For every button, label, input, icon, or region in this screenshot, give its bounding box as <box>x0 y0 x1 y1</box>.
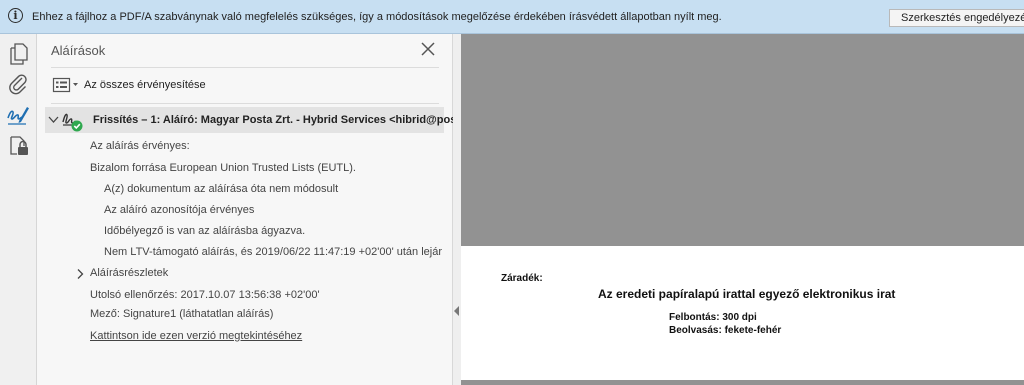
last-checked: Utolsó ellenőrzés: 2017.10.07 13:56:38 +… <box>90 289 320 301</box>
clause-label: Záradék: <box>501 273 543 284</box>
document-unmodified: A(z) dokumentum az aláírása óta nem módo… <box>104 183 339 195</box>
panel-title: Aláírások <box>51 43 106 58</box>
info-icon: i <box>8 8 23 23</box>
ltv-expiry: Nem LTV-támogató aláírás, és 2019/06/22 … <box>104 246 442 258</box>
valid-signature-icon <box>62 109 84 133</box>
navigation-rail <box>0 34 37 385</box>
chevron-right-icon[interactable] <box>75 268 85 280</box>
signatures-panel: Aláírások Az összes érvényesítése Frissí… <box>37 34 489 385</box>
validate-all-button[interactable]: Az összes érvényesítése <box>84 79 206 91</box>
pages-icon[interactable] <box>5 41 31 67</box>
signature-options-dropdown[interactable] <box>52 76 80 94</box>
panel-splitter[interactable] <box>453 34 461 385</box>
read-only-infobar: i Ehhez a fájlhoz a PDF/A szabványnak va… <box>0 0 1024 34</box>
document-heading: Az eredeti papíralapú irattal egyező ele… <box>598 287 896 301</box>
chevron-down-icon[interactable] <box>48 114 59 125</box>
signature-status: Az aláírás érvényes: <box>90 140 190 152</box>
document-viewport[interactable]: Záradék: Az eredeti papíralapú irattal e… <box>461 34 1024 385</box>
resolution-text: Felbontás: 300 dpi <box>669 312 757 323</box>
signature-entry-header[interactable]: Frissítés – 1: Aláíró: Magyar Posta Zrt.… <box>45 107 489 133</box>
view-version-link[interactable]: Kattintson ide ezen verzió megtekintéséh… <box>90 330 302 342</box>
collapse-panel-icon[interactable] <box>454 306 460 316</box>
infobar-message: Ehhez a fájlhoz a PDF/A szabványnak való… <box>32 11 722 23</box>
scan-mode-text: Beolvasás: fekete-fehér <box>669 325 782 336</box>
trust-source: Bizalom forrása European Union Trusted L… <box>90 162 356 174</box>
signature-field: Mező: Signature1 (láthatatlan aláírás) <box>90 308 274 320</box>
attachments-icon[interactable] <box>5 70 31 96</box>
signature-details-toggle[interactable]: Aláírásrészletek <box>90 267 168 279</box>
timestamp-embedded: Időbélyegző is van az aláírásba ágyazva. <box>104 225 306 237</box>
close-icon[interactable] <box>419 40 437 58</box>
enable-editing-button[interactable]: Szerkesztés engedélyezése <box>889 9 1024 27</box>
signer-identity-valid: Az aláíró azonosítója érvényes <box>104 204 255 216</box>
divider <box>51 103 439 104</box>
signature-title: Frissítés – 1: Aláíró: Magyar Posta Zrt.… <box>93 114 490 126</box>
security-lock-icon[interactable] <box>5 132 31 158</box>
document-page: Záradék: Az eredeti papíralapú irattal e… <box>461 246 1024 380</box>
divider <box>51 67 439 68</box>
signatures-icon[interactable] <box>5 102 31 128</box>
